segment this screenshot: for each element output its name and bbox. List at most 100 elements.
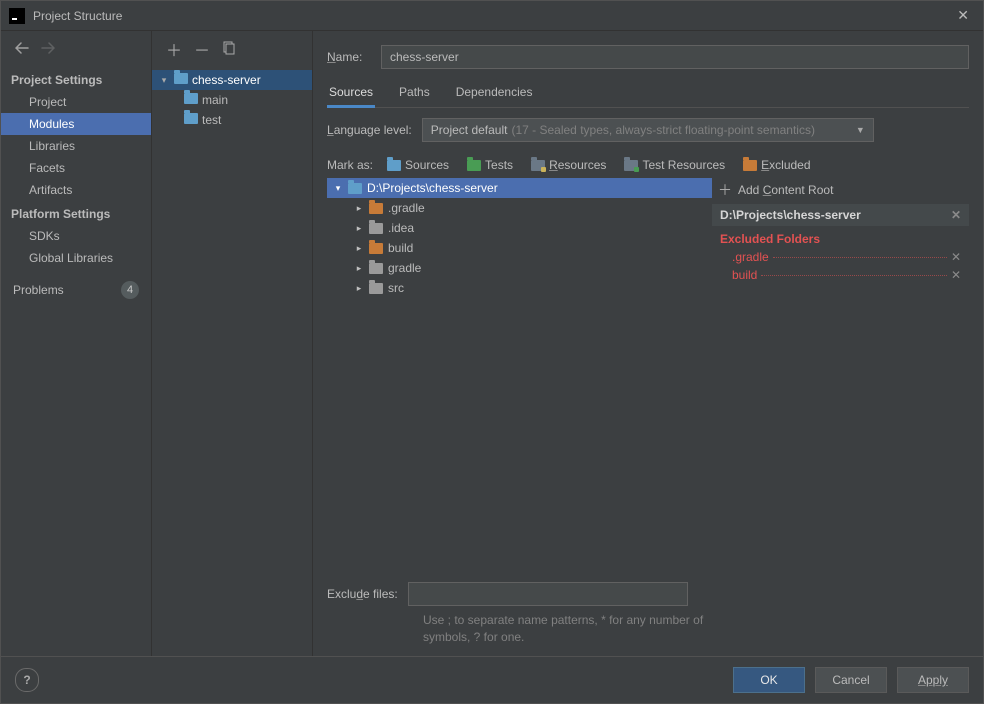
module-chess-server[interactable]: ▾ chess-server (152, 70, 312, 90)
language-level-label: Language level: (327, 123, 412, 137)
folder-row-gradle[interactable]: ▸ gradle (327, 258, 712, 278)
sidebar-item-problems[interactable]: Problems 4 (1, 273, 151, 303)
mark-excluded-button[interactable]: Excluded (739, 156, 814, 174)
content-roots-pane: ＋ Add Content Root D:\Projects\chess-ser… (712, 178, 969, 656)
project-structure-dialog: Project Structure ✕ Project Settings Pro… (0, 0, 984, 704)
module-label: main (202, 93, 228, 107)
chevron-right-icon[interactable]: ▸ (354, 243, 364, 254)
mark-label: Tests (485, 158, 513, 172)
folder-icon (369, 243, 383, 254)
chevron-down-icon: ▼ (856, 125, 865, 135)
folder-label: D:\Projects\chess-server (367, 181, 498, 195)
exclude-files-hint: Use ; to separate name patterns, * for a… (423, 612, 712, 646)
folder-row-dot-gradle[interactable]: ▸ .gradle (327, 198, 712, 218)
excluded-folder-row[interactable]: build ✕ (712, 266, 969, 284)
content-tree[interactable]: ▾ D:\Projects\chess-server ▸ .gradle (327, 178, 712, 574)
sources-folder-icon (387, 160, 401, 171)
folder-label: build (388, 241, 413, 255)
folder-row-build[interactable]: ▸ build (327, 238, 712, 258)
add-content-root-button[interactable]: ＋ Add Content Root (712, 178, 969, 204)
folder-label: .gradle (388, 201, 425, 215)
folder-icon (369, 263, 383, 274)
window-title: Project Structure (33, 9, 122, 23)
nav-back-icon[interactable] (15, 42, 29, 57)
remove-content-root-icon[interactable]: ✕ (951, 208, 961, 222)
sidebar-item-project[interactable]: Project (1, 91, 151, 113)
mark-tests-button[interactable]: Tests (463, 156, 517, 174)
excluded-folders-label: Excluded Folders (712, 226, 969, 248)
chevron-down-icon[interactable]: ▾ (333, 183, 343, 194)
module-name-input[interactable] (381, 45, 969, 69)
exclude-files-label: Exclude files: (327, 587, 398, 601)
cancel-button[interactable]: Cancel (815, 667, 887, 693)
close-icon[interactable]: ✕ (951, 7, 975, 24)
modules-pane: ＋ － ▾ chess-server main test (152, 31, 313, 656)
content-root-header[interactable]: D:\Projects\chess-server ✕ (712, 204, 969, 226)
test-resources-folder-icon (624, 160, 638, 171)
mark-test-resources-button[interactable]: Test Resources (620, 156, 729, 174)
folder-label: .idea (388, 221, 414, 235)
sidebar-item-facets[interactable]: Facets (1, 157, 151, 179)
remove-excluded-icon[interactable]: ✕ (951, 268, 961, 282)
chevron-right-icon[interactable]: ▸ (354, 263, 364, 274)
excluded-folder-name: .gradle (732, 250, 769, 264)
module-test[interactable]: test (152, 110, 312, 130)
module-tabs: Sources Paths Dependencies (327, 81, 969, 108)
language-level-dropdown[interactable]: Project default (17 - Sealed types, alwa… (422, 118, 874, 142)
apply-button[interactable]: Apply (897, 667, 969, 693)
tests-folder-icon (467, 160, 481, 171)
chevron-right-icon[interactable]: ▸ (354, 283, 364, 294)
mark-label: Test Resources (642, 158, 725, 172)
problems-label: Problems (13, 283, 64, 297)
tab-sources[interactable]: Sources (327, 81, 375, 107)
content-root-row[interactable]: ▾ D:\Projects\chess-server (327, 178, 712, 198)
mark-sources-button[interactable]: Sources (383, 156, 453, 174)
sidebar-item-artifacts[interactable]: Artifacts (1, 179, 151, 201)
module-folder-icon (174, 73, 188, 84)
module-main[interactable]: main (152, 90, 312, 110)
mark-label: Excluded (761, 158, 810, 172)
sidebar-item-sdks[interactable]: SDKs (1, 225, 151, 247)
problems-count-badge: 4 (121, 281, 139, 299)
mark-label: Sources (405, 158, 449, 172)
nav-forward-icon[interactable] (41, 42, 55, 57)
language-level-value: Project default (431, 123, 508, 137)
mark-resources-button[interactable]: Resources (527, 156, 610, 174)
folder-label: src (388, 281, 404, 295)
plus-icon: ＋ (718, 180, 732, 200)
excluded-folder-row[interactable]: .gradle ✕ (712, 248, 969, 266)
help-icon[interactable]: ? (15, 668, 39, 692)
folder-icon (348, 183, 362, 194)
section-platform-settings: Platform Settings (1, 201, 151, 225)
remove-module-icon[interactable]: － (194, 37, 210, 61)
tab-paths[interactable]: Paths (397, 81, 432, 107)
excluded-folder-name: build (732, 268, 757, 282)
tab-dependencies[interactable]: Dependencies (454, 81, 535, 107)
folder-row-src[interactable]: ▸ src (327, 278, 712, 298)
intellij-app-icon (9, 8, 25, 24)
chevron-right-icon[interactable]: ▸ (354, 203, 364, 214)
ok-button[interactable]: OK (733, 667, 805, 693)
chevron-right-icon[interactable]: ▸ (354, 223, 364, 234)
exclude-files-input[interactable] (408, 582, 688, 606)
sidebar-item-global-libraries[interactable]: Global Libraries (1, 247, 151, 269)
copy-module-icon[interactable] (222, 41, 236, 58)
chevron-down-icon[interactable]: ▾ (158, 75, 170, 86)
mark-label: Resources (549, 158, 606, 172)
modules-tree[interactable]: ▾ chess-server main test (152, 68, 312, 656)
name-label: Name: (327, 50, 371, 64)
section-project-settings: Project Settings (1, 67, 151, 91)
resources-folder-icon (531, 160, 545, 171)
mark-as-row: Mark as: Sources Tests Resources Test Re… (327, 156, 969, 174)
add-module-icon[interactable]: ＋ (166, 37, 182, 61)
module-editor: Name: Sources Paths Dependencies Languag… (313, 31, 983, 656)
folder-icon (369, 203, 383, 214)
remove-excluded-icon[interactable]: ✕ (951, 250, 961, 264)
settings-sidebar: Project Settings Project Modules Librari… (1, 31, 152, 656)
sidebar-item-modules[interactable]: Modules (1, 113, 151, 135)
excluded-folder-icon (743, 160, 757, 171)
sourceset-folder-icon (184, 93, 198, 104)
sidebar-item-libraries[interactable]: Libraries (1, 135, 151, 157)
folder-row-dot-idea[interactable]: ▸ .idea (327, 218, 712, 238)
modules-toolbar: ＋ － (152, 31, 312, 68)
